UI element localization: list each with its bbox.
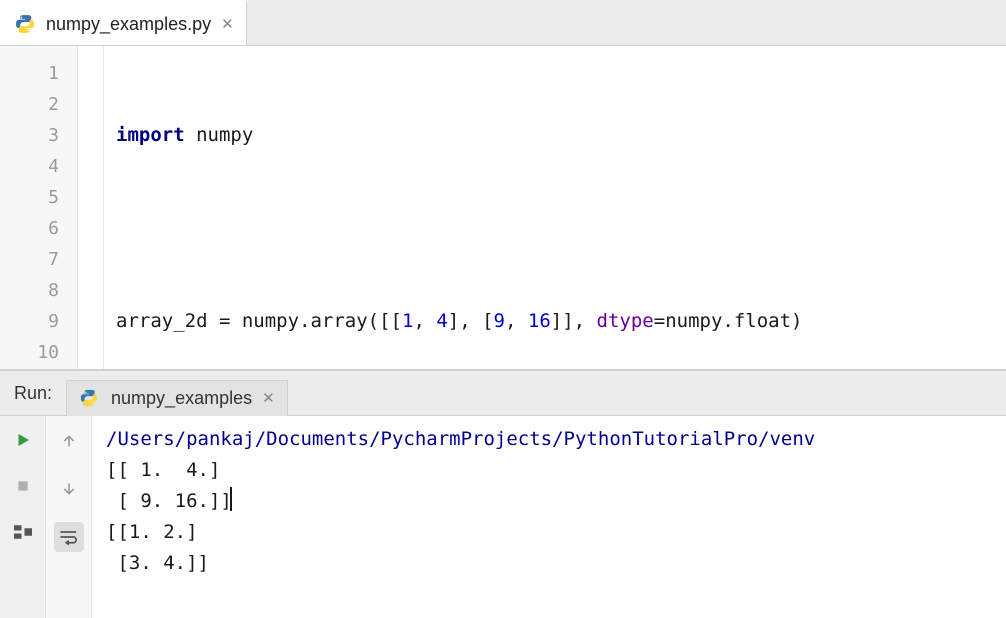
console-line: [ 9. 16.]]	[106, 490, 232, 512]
file-tab-label: numpy_examples.py	[46, 14, 211, 35]
console-line: [3. 4.]]	[106, 552, 209, 574]
python-file-icon	[14, 13, 36, 35]
indent-guide	[78, 46, 104, 369]
run-config-label: numpy_examples	[111, 388, 252, 409]
interpreter-path: /Users/pankaj/Documents/PycharmProjects/…	[106, 428, 815, 450]
layout-button[interactable]	[9, 518, 37, 546]
text-caret	[230, 487, 232, 511]
down-button[interactable]	[54, 474, 84, 504]
rerun-button[interactable]	[9, 426, 37, 454]
stop-button[interactable]	[9, 472, 37, 500]
file-tab-numpy-examples[interactable]: numpy_examples.py ✕	[0, 0, 247, 45]
python-run-icon	[79, 388, 101, 410]
run-toolwindow-header: Run: numpy_examples ✕	[0, 370, 1006, 416]
line-number-gutter: 1 2 3 4 5 6 7 8 9 10	[0, 46, 78, 369]
run-toolwindow-body: /Users/pankaj/Documents/PycharmProjects/…	[0, 416, 1006, 618]
run-toolstrip-left	[0, 416, 46, 618]
console-line: [[ 1. 4.]	[106, 459, 220, 481]
run-label: Run:	[0, 383, 66, 404]
close-icon[interactable]: ✕	[221, 17, 234, 32]
soft-wrap-button[interactable]	[54, 522, 84, 552]
close-icon[interactable]: ✕	[262, 391, 275, 406]
editor-tabbar: numpy_examples.py ✕	[0, 0, 1006, 46]
console-line: [[1. 2.]	[106, 521, 198, 543]
run-toolstrip-nav	[46, 416, 92, 618]
code-area[interactable]: import numpy array_2d = numpy.array([[1,…	[104, 46, 1006, 369]
run-config-tab[interactable]: numpy_examples ✕	[66, 380, 288, 416]
console-output[interactable]: /Users/pankaj/Documents/PycharmProjects/…	[92, 416, 1006, 618]
code-editor[interactable]: 1 2 3 4 5 6 7 8 9 10 import numpy array_…	[0, 46, 1006, 370]
up-button[interactable]	[54, 426, 84, 456]
